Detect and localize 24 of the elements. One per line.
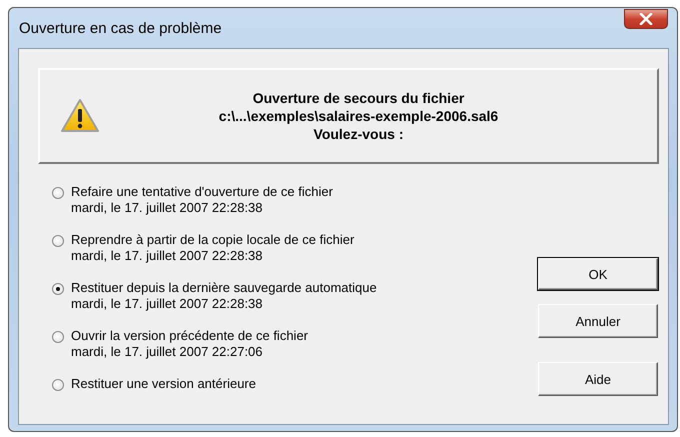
radio-button[interactable]	[52, 235, 64, 247]
radio-button[interactable]	[52, 283, 64, 295]
message-text: Voulez-vous :	[314, 125, 404, 143]
option-label[interactable]: Reprendre à partir de la copie locale de ce fichier	[71, 232, 354, 248]
window-title: Ouverture en cas de problème	[19, 20, 222, 36]
option-date: mardi, le 17. juillet 2007 22:28:38	[71, 296, 264, 312]
option-label[interactable]: Ouvrir la version précédente de ce fichier	[71, 328, 308, 344]
radio-button[interactable]	[52, 187, 64, 199]
option-date: mardi, le 17. juillet 2007 22:27:06	[71, 344, 264, 360]
message-text: c:\...\exemples\salaires-exemple-2006.sal6	[218, 107, 498, 125]
option-label[interactable]: Restituer depuis la dernière sauvegarde automatique	[71, 280, 377, 296]
option-date: mardi, le 17. juillet 2007 22:28:38	[71, 248, 264, 264]
option-label[interactable]: Restituer une version antérieure	[71, 376, 256, 392]
option-label[interactable]: Refaire une tentative d'ouverture de ce fichier	[71, 184, 333, 200]
option-date: mardi, le 17. juillet 2007 22:28:38	[71, 200, 264, 216]
ok-button[interactable]: OK	[538, 258, 658, 290]
radio-button[interactable]	[52, 379, 64, 391]
close-button[interactable]	[624, 9, 668, 29]
message-text: Ouverture de secours du fichier	[252, 89, 464, 107]
warning-icon	[60, 98, 100, 134]
help-button[interactable]: Aide	[538, 362, 658, 396]
close-icon	[639, 13, 653, 25]
radio-button[interactable]	[52, 331, 64, 343]
cancel-button[interactable]: Annuler	[538, 304, 658, 338]
